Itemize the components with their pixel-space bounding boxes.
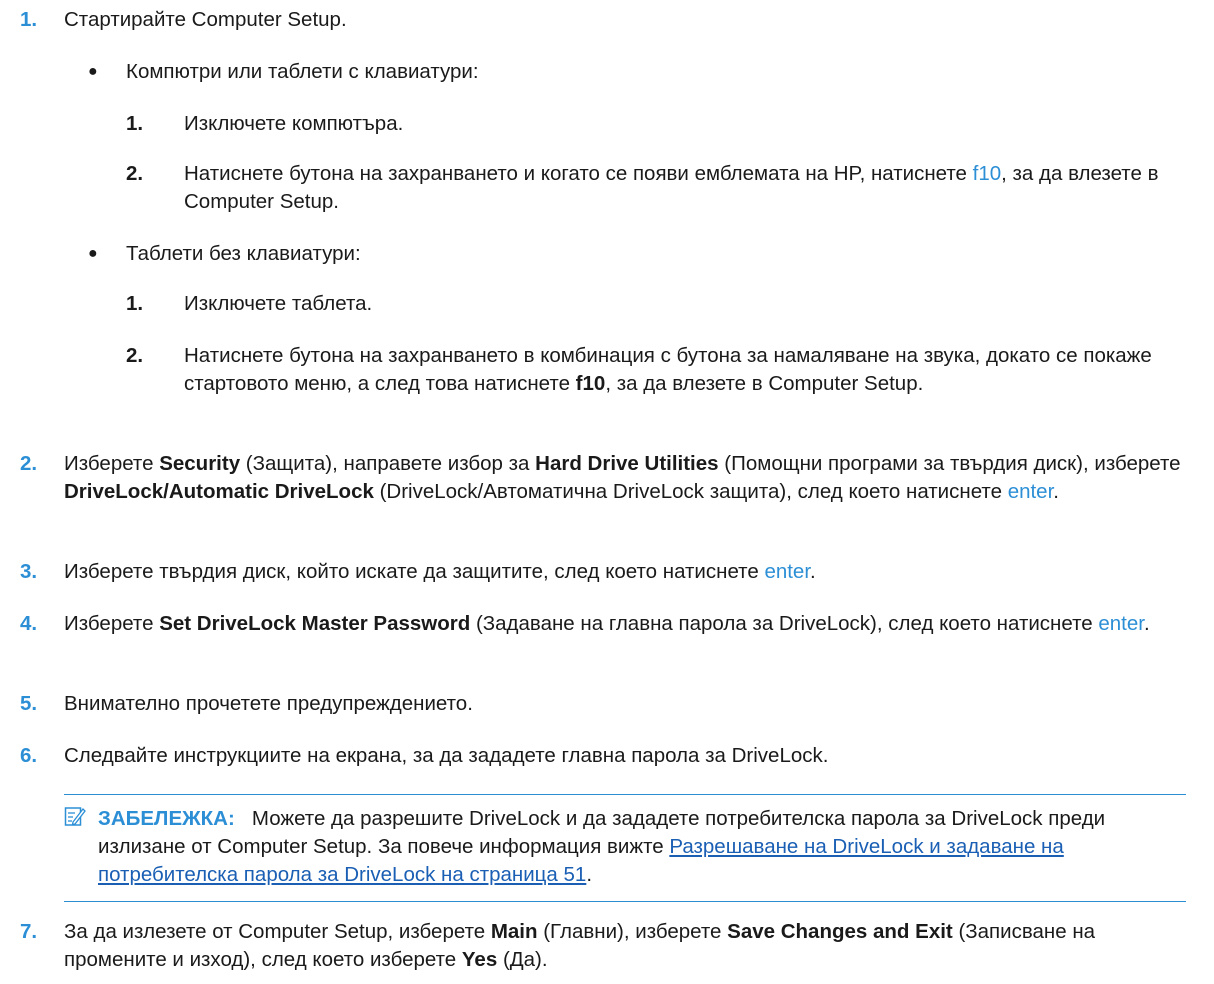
menu-main: Main	[490, 920, 538, 943]
step-number: 6.	[20, 744, 38, 767]
substep-text: Натиснете бутона на захранването и когат…	[184, 160, 1194, 216]
bullet-dot: ●	[88, 245, 98, 262]
text-run: (DriveLock/Автоматична DriveLock защита)…	[373, 480, 1008, 503]
text-run: (Помощни програми за твърдия диск), избе…	[718, 452, 1181, 475]
text-run: (Защита), направете избор за	[240, 452, 536, 475]
document-page: 1. Стартирайте Computer Setup. ● Компютр…	[0, 0, 1214, 984]
text-run: Изберете	[64, 452, 160, 475]
step-text: Изберете Security (Защита), направете из…	[64, 450, 1194, 506]
step-text: Внимателно прочетете предупреждението.	[64, 692, 473, 715]
text-run: Натиснете бутона на захранването и когат…	[184, 162, 973, 185]
note-label: ЗАБЕЛЕЖКА:	[98, 807, 235, 830]
menu-save-changes-exit: Save Changes and Exit	[727, 920, 953, 943]
step-text: Следвайте инструкциите на екрана, за да …	[64, 744, 829, 767]
step-number: 4.	[20, 612, 38, 635]
step-number: 3.	[20, 560, 38, 583]
step-text: За да излезете от Computer Setup, избере…	[64, 918, 1194, 974]
substep-text: Изключете таблета.	[184, 292, 373, 315]
step-text: Изберете Set DriveLock Master Password (…	[64, 610, 1194, 638]
substep-text: Изключете компютъра.	[184, 112, 404, 135]
text-run: (Задаване на главна парола за DriveLock)…	[470, 612, 1099, 635]
text-run: Изберете твърдия диск, който искате да з…	[64, 560, 765, 583]
text-run: За да излезете от Computer Setup, избере…	[64, 920, 491, 943]
text-run: .	[810, 560, 816, 583]
step-text: Стартирайте Computer Setup.	[64, 8, 347, 31]
text-run: .	[1053, 480, 1059, 503]
text-run: .	[586, 863, 593, 886]
step-number: 5.	[20, 692, 38, 715]
step-number: 2.	[20, 452, 38, 475]
key-enter: enter	[1098, 612, 1144, 635]
key-f10: f10	[972, 162, 1002, 185]
substep-number: 1.	[126, 112, 144, 135]
menu-security: Security	[159, 452, 241, 475]
key-enter: enter	[1007, 480, 1054, 503]
step-number: 7.	[20, 920, 38, 943]
step-text: Изберете твърдия диск, който искате да з…	[64, 558, 1194, 586]
text-run: Изберете	[64, 612, 160, 635]
substep-number: 2.	[126, 344, 144, 367]
bullet-text: Компютри или таблети с клавиатури:	[126, 60, 479, 83]
substep-text: Натиснете бутона на захранването в комби…	[184, 342, 1194, 398]
step-number: 1.	[20, 8, 38, 31]
note-box: ЗАБЕЛЕЖКА: Можете да разрешите DriveLock…	[64, 794, 1186, 902]
key-f10: f10	[575, 372, 606, 395]
substep-number: 2.	[126, 162, 144, 185]
text-run: .	[1143, 612, 1150, 635]
text-run: (Главни), изберете	[537, 920, 728, 943]
text-run: , за да влезете в Computer Setup.	[605, 372, 924, 395]
menu-hard-drive-utilities: Hard Drive Utilities	[535, 452, 719, 475]
bullet-text: Таблети без клавиатури:	[126, 242, 361, 265]
menu-yes: Yes	[461, 948, 498, 971]
note-body: ЗАБЕЛЕЖКА: Можете да разрешите DriveLock…	[98, 805, 1186, 889]
substep-number: 1.	[126, 292, 144, 315]
bullet-dot: ●	[88, 63, 98, 80]
note-pencil-icon	[64, 805, 86, 827]
key-enter: enter	[764, 560, 811, 583]
text-run: (Да).	[497, 948, 548, 971]
menu-drivelock: DriveLock/Automatic DriveLock	[64, 480, 374, 503]
menu-set-master-password: Set DriveLock Master Password	[159, 612, 471, 635]
text-run	[235, 807, 252, 830]
